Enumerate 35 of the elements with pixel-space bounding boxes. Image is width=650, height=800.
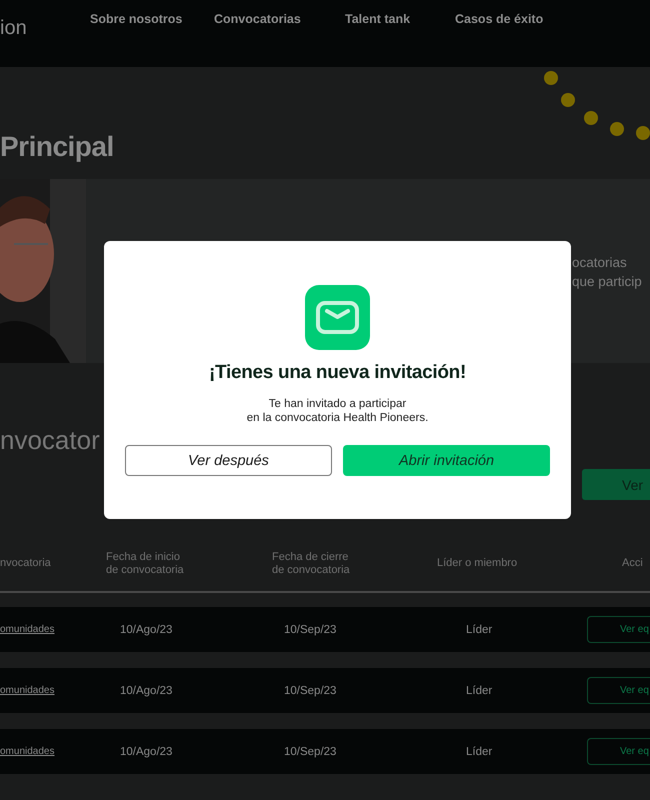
table-cell-text: 10/Ago/23 <box>119 746 174 758</box>
section-title: nvocator <box>0 424 100 455</box>
nav-link[interactable]: Casos de éxito <box>455 12 544 26</box>
dialog-title: ¡Tienes una nueva invitación! <box>208 362 466 384</box>
table-cell-text: 10/Sep/23 <box>283 684 338 696</box>
nav-link[interactable]: Convocatorias <box>214 12 345 26</box>
table-cell-text: 10/Ago/23 <box>119 684 174 696</box>
nav-link[interactable]: Talent tank <box>345 12 455 26</box>
open-invitation-button[interactable]: Abrir invitación <box>343 445 550 476</box>
table-cell-text: Líder <box>465 684 494 696</box>
nav-link[interactable]: Sobre nosotros <box>90 12 214 26</box>
convocatoria-link[interactable]: omunidades <box>0 685 106 696</box>
table-cell-text: 10/Sep/23 <box>283 624 338 636</box>
table-cell-text: 10/Ago/23 <box>119 624 174 636</box>
view-team-button[interactable]: Ver eq <box>587 616 650 643</box>
view-team-button[interactable]: Ver eq <box>587 738 650 765</box>
mail-icon <box>305 285 370 350</box>
dialog-message: Te han invitado a participar <box>268 397 408 411</box>
table-cell-text: Líder <box>465 624 494 636</box>
card-text: ocatorias <box>572 254 628 272</box>
card-text: que particip <box>572 273 643 291</box>
logo-text[interactable]: ion <box>0 0 90 40</box>
view-team-button[interactable]: Ver eq <box>587 677 650 704</box>
convocatoria-link[interactable]: omunidades <box>0 624 106 635</box>
column-header: Fecha de cierre de convocatoria <box>272 551 351 577</box>
convocatoria-link[interactable]: omunidades <box>0 746 106 757</box>
column-header: Líder o miembro <box>437 556 518 570</box>
column-header: nvocatoria <box>0 556 52 570</box>
dialog-message: en la convocatoria Health Pioneers. <box>246 411 428 425</box>
column-header: Fecha de inicio de convocatoria <box>106 551 185 577</box>
table-cell-text: 10/Sep/23 <box>283 746 338 758</box>
later-button[interactable]: Ver después <box>125 445 332 476</box>
column-header: Acci <box>622 556 643 570</box>
page-title: Principal <box>0 130 114 164</box>
table-cell-text: Líder <box>465 746 494 758</box>
